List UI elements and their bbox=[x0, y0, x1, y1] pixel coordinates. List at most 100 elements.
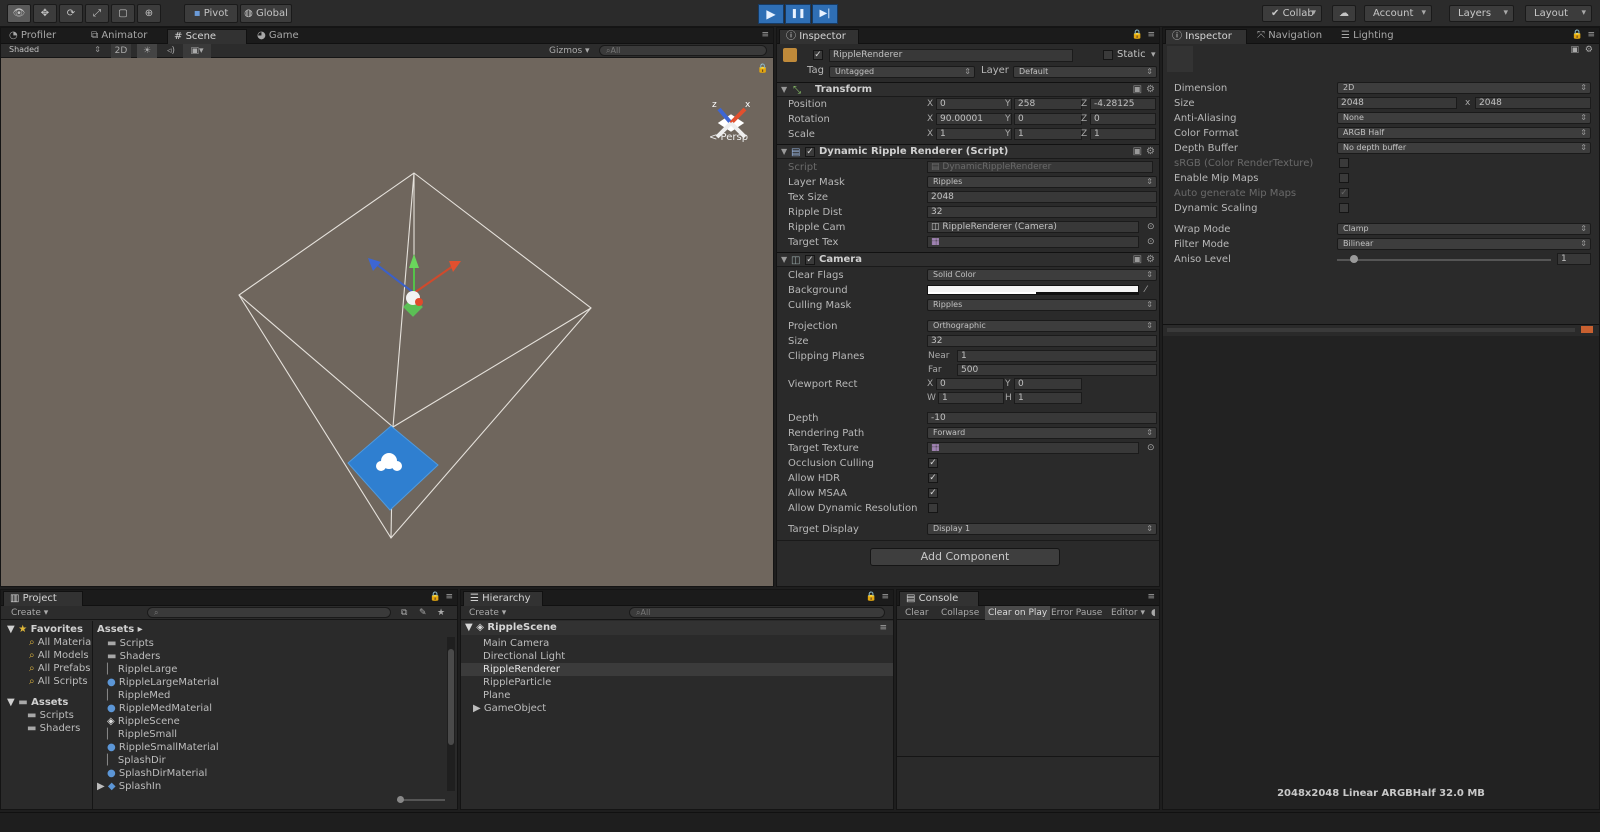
filter-type-icon[interactable]: ⧉ bbox=[401, 606, 407, 620]
list-item[interactable]: ● RippleMedMaterial bbox=[107, 702, 212, 715]
list-item[interactable]: ● RippleSmallMaterial bbox=[107, 741, 219, 754]
console-message-icon[interactable]: ◖ bbox=[1151, 606, 1156, 620]
object-picker-icon[interactable]: ⊙ bbox=[1147, 220, 1155, 235]
position-x-field[interactable]: 0 bbox=[936, 98, 1012, 110]
project-breadcrumb[interactable]: Assets ▸ bbox=[97, 623, 143, 636]
tab-lighting[interactable]: ☰ Lighting bbox=[1335, 29, 1409, 44]
object-name-field[interactable]: RippleRenderer bbox=[829, 49, 1073, 62]
panel-menu-icon[interactable]: ≡ bbox=[881, 590, 889, 604]
lock-icon[interactable]: 🔒 bbox=[1132, 28, 1143, 42]
list-item[interactable]: ▏ RippleMed bbox=[107, 689, 170, 702]
hand-tool-button[interactable]: 👁 bbox=[7, 4, 31, 23]
book-icon[interactable]: ▣ bbox=[1133, 146, 1142, 157]
active-checkbox[interactable]: ✓ bbox=[813, 50, 823, 60]
lock-icon[interactable]: 🔒 bbox=[866, 590, 877, 604]
pivot-toggle[interactable]: ▪ Pivot bbox=[184, 4, 238, 23]
scale-x-field[interactable]: 1 bbox=[936, 128, 1012, 140]
scrollbar-thumb[interactable] bbox=[448, 649, 454, 745]
hierarchy-item-ripple-renderer[interactable]: RippleRenderer bbox=[461, 663, 893, 676]
cloud-button[interactable]: ☁ bbox=[1332, 5, 1356, 22]
panel-menu-icon[interactable]: ≡ bbox=[1147, 28, 1155, 42]
y-axis-handle[interactable] bbox=[409, 254, 419, 268]
lock-icon[interactable]: 🔒 bbox=[430, 590, 441, 604]
dimension-dropdown[interactable]: 2D bbox=[1337, 82, 1591, 94]
gear-icon[interactable]: ⚙ bbox=[1585, 43, 1593, 57]
pause-button[interactable]: ❚❚ bbox=[785, 4, 811, 24]
console-editor-dropdown[interactable]: Editor ▾ bbox=[1111, 606, 1145, 620]
scene-search-input[interactable]: ⌕All bbox=[599, 45, 767, 56]
layers-dropdown[interactable]: Layers bbox=[1449, 5, 1514, 22]
viewport-y-field[interactable]: 0 bbox=[1014, 378, 1082, 390]
list-item[interactable]: ▬ Shaders bbox=[107, 650, 160, 663]
tab-hierarchy[interactable]: ☰ Hierarchy bbox=[463, 591, 543, 606]
rotation-x-field[interactable]: 90.00001 bbox=[936, 113, 1012, 125]
ripple-cam-field[interactable]: ◫ RippleRenderer (Camera) bbox=[927, 221, 1139, 233]
panel-menu-icon[interactable]: ≡ bbox=[1147, 590, 1155, 604]
move-gizmo[interactable] bbox=[368, 254, 461, 317]
layer-mask-dropdown[interactable]: Ripples bbox=[927, 176, 1157, 188]
target-texture-field[interactable]: ▦ bbox=[927, 442, 1139, 454]
static-dropdown-icon[interactable]: ▾ bbox=[1151, 48, 1156, 62]
list-item[interactable]: ● RippleLargeMaterial bbox=[107, 676, 219, 689]
mip-maps-checkbox[interactable] bbox=[1339, 173, 1349, 183]
play-button[interactable]: ▶ bbox=[758, 4, 784, 24]
favorite-all-scripts[interactable]: ⌕ All Scripts bbox=[29, 675, 88, 688]
z-axis-handle[interactable] bbox=[368, 258, 381, 271]
lock-icon[interactable]: 🔒 bbox=[1572, 28, 1583, 42]
tab-navigation[interactable]: ⤧ Navigation bbox=[1251, 29, 1335, 44]
favorites-node[interactable]: ▼ ★ Favorites bbox=[7, 623, 83, 636]
transform-header[interactable]: ▼ ⤡ Transform ▣ ⚙ bbox=[777, 82, 1159, 97]
favorite-all-materials[interactable]: ⌕ All Materia bbox=[29, 636, 91, 649]
console-clear-button[interactable]: Clear bbox=[905, 606, 929, 620]
tag-dropdown[interactable]: Untagged bbox=[829, 66, 975, 78]
tab-project[interactable]: ▥ Project bbox=[3, 591, 83, 606]
static-checkbox[interactable] bbox=[1103, 50, 1113, 60]
project-search-input[interactable]: ⌕ bbox=[147, 607, 391, 618]
panel-menu-icon[interactable]: ≡ bbox=[445, 590, 453, 604]
expand-arrow-icon[interactable]: ▶ bbox=[473, 703, 481, 714]
dynamic-scaling-checkbox[interactable] bbox=[1339, 203, 1349, 213]
step-button[interactable]: ▶| bbox=[812, 4, 838, 24]
collapse-icon[interactable]: ▼ bbox=[781, 83, 787, 97]
ripple-dist-field[interactable]: 32 bbox=[927, 206, 1157, 218]
list-item[interactable]: ● SplashDirMaterial bbox=[107, 767, 207, 780]
rotation-y-field[interactable]: 0 bbox=[1014, 113, 1082, 125]
projection-label[interactable]: < Persp bbox=[709, 131, 748, 145]
plane-object[interactable] bbox=[347, 425, 439, 511]
viewport-x-field[interactable]: 0 bbox=[936, 378, 1004, 390]
target-tex-field[interactable]: ▦ bbox=[927, 236, 1139, 248]
effects-dropdown[interactable]: ▣▾ bbox=[183, 44, 211, 58]
far-clip-field[interactable]: 500 bbox=[957, 364, 1157, 376]
depth-field[interactable]: -10 bbox=[927, 412, 1157, 424]
allow-hdr-checkbox[interactable]: ✓ bbox=[928, 473, 938, 483]
create-dropdown[interactable]: Create ▾ bbox=[11, 606, 48, 620]
hierarchy-item-main-camera[interactable]: Main Camera bbox=[483, 637, 549, 650]
list-item[interactable]: ◈ RippleScene bbox=[107, 715, 180, 728]
panel-menu-icon[interactable]: ≡ bbox=[1587, 28, 1595, 42]
favorite-all-models[interactable]: ⌕ All Models bbox=[29, 649, 89, 662]
account-dropdown[interactable]: Account bbox=[1364, 5, 1432, 22]
tab-profiler[interactable]: ◔ Profiler bbox=[3, 29, 83, 44]
allow-msaa-checkbox[interactable]: ✓ bbox=[928, 488, 938, 498]
aniso-slider-track[interactable] bbox=[1337, 259, 1551, 261]
allow-dynamic-resolution-checkbox[interactable] bbox=[928, 503, 938, 513]
hierarchy-item-gameobject[interactable]: ▶ GameObject bbox=[473, 702, 546, 715]
folder-shaders[interactable]: ▬ Shaders bbox=[27, 722, 80, 735]
console-clear-on-play-button[interactable]: Clear on Play bbox=[985, 606, 1051, 620]
layer-dropdown[interactable]: Default bbox=[1013, 66, 1157, 78]
background-color-swatch[interactable] bbox=[927, 285, 1139, 295]
position-y-field[interactable]: 258 bbox=[1014, 98, 1082, 110]
camera-size-field[interactable]: 32 bbox=[927, 335, 1157, 347]
depth-buffer-dropdown[interactable]: No depth buffer bbox=[1337, 142, 1591, 154]
object-picker-icon[interactable]: ⊙ bbox=[1147, 441, 1155, 456]
filter-label-icon[interactable]: ✎ bbox=[419, 606, 427, 620]
tab-inspector-2[interactable]: ⓘ Inspector bbox=[1165, 29, 1247, 44]
rt-height-field[interactable]: 2048 bbox=[1475, 97, 1591, 109]
occlusion-culling-checkbox[interactable]: ✓ bbox=[928, 458, 938, 468]
console-collapse-button[interactable]: Collapse bbox=[941, 606, 979, 620]
gear-icon[interactable]: ⚙ bbox=[1146, 146, 1155, 157]
anti-aliasing-dropdown[interactable]: None bbox=[1337, 112, 1591, 124]
tab-scene[interactable]: # Scene bbox=[167, 29, 247, 44]
rect-tool-button[interactable]: ▢ bbox=[111, 4, 135, 23]
clear-flags-dropdown[interactable]: Solid Color bbox=[927, 269, 1157, 281]
